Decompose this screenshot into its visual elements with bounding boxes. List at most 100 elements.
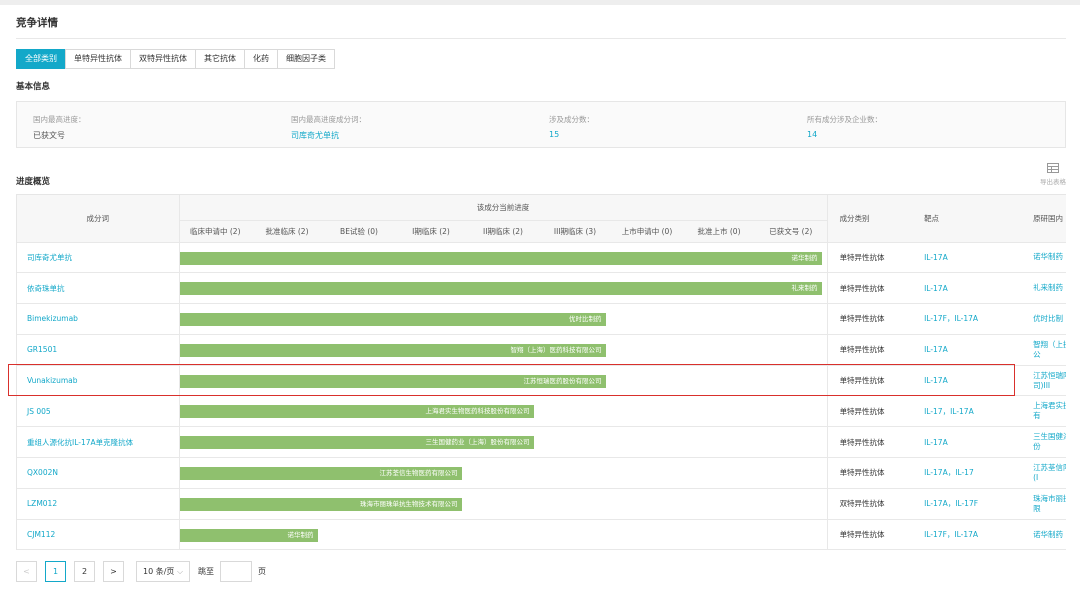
progress-bar[interactable]: 江苏荃信生物医药有限公司 [179,467,462,481]
originator-link[interactable]: 上海君实技股份有 [1025,395,1066,428]
target-link[interactable]: IL-17A [914,242,1026,274]
progress-bar[interactable]: 优时比制药 [179,313,606,327]
progress-bar-cell: 诺华制药 [179,519,828,550]
page-title: 竞争详情 [16,17,58,29]
originator-link[interactable]: 江苏荃信限公司(I [1025,457,1066,489]
progress-bar[interactable]: 诺华制药 [179,528,318,542]
info-value-link[interactable]: 14 [807,130,882,139]
progress-bar[interactable]: 珠海市丽珠单抗生物技术有限公司 [179,497,462,511]
ingredient-name-link[interactable]: QX002N [17,457,180,489]
ingredient-name-link[interactable]: Bimekizumab [17,303,180,335]
progress-bar[interactable]: 上海君实生物医药科技股份有限公司 [179,405,534,419]
table-row: QX002N 江苏荃信生物医药有限公司 单特异性抗体 IL-17A，IL-17 江苏荃信… [17,457,1066,489]
target-link[interactable]: IL-17，IL-17A [914,395,1026,428]
table-row: 依奇珠单抗 礼来制药 单特异性抗体 IL-17A 礼来制药 [17,272,1066,305]
ingredient-category: 单特异性抗体 [827,242,915,274]
prev-page-button[interactable]: < [16,561,37,582]
info-highest-stage-ingredient: 国内最高进度成分词： 司库奇尤单抗 [291,114,366,141]
table-row: JS 005 上海君实生物医药科技股份有限公司 单特异性抗体 IL-17，IL-17A… [17,395,1066,428]
target-link[interactable]: IL-17A [914,334,1026,366]
tab-cytokine[interactable]: 细胞因子类 [277,49,335,69]
basic-info-panel: 国内最高进度： 已获文号 国内最高进度成分词： 司库奇尤单抗 涉及成分数： 15… [16,101,1066,148]
target-link[interactable]: IL-17A [914,272,1026,305]
progress-bar-cell: 诺华制药 [179,242,828,274]
ingredient-name-link[interactable]: GR1501 [17,334,180,366]
ingredient-name-link[interactable]: 重组人源化抗IL-17A单克隆抗体 [17,426,180,459]
jump-label: 跳至 [198,567,215,576]
stage-header: 临床申请中 (2) [179,220,251,243]
ingredient-name-link[interactable]: Vunakizumab [17,365,180,397]
originator-link[interactable]: 诺华制药 [1025,242,1066,274]
progress-bar-cell: 智翔（上海）医药科技有限公司 [179,334,828,366]
progress-bar-cell: 上海君实生物医药科技股份有限公司 [179,395,828,428]
originator-link[interactable]: 智翔（上技有限公 [1025,334,1066,366]
ingredient-category: 单特异性抗体 [827,519,915,550]
next-page-button[interactable]: > [103,561,124,582]
target-link[interactable]: IL-17A，IL-17 [914,457,1026,489]
top-strip [0,0,1080,5]
originator-link[interactable]: 珠海市丽技术有限 [1025,488,1066,520]
ingredient-category: 单特异性抗体 [827,457,915,489]
export-table-button[interactable]: 导出表格 [1040,163,1066,186]
info-value-link[interactable]: 司库奇尤单抗 [291,130,366,141]
tab-all-categories[interactable]: 全部类别 [16,49,66,69]
progress-bar-cell: 三生国健药业（上海）股份有限公司 [179,426,828,459]
page-1-button[interactable]: 1 [45,561,66,582]
progress-bar[interactable]: 礼来制药 [179,282,822,296]
ingredient-name-link[interactable]: 依奇珠单抗 [17,272,180,305]
page-size-select[interactable]: 10 条/页 ⌵ [136,561,191,582]
table-row: LZM012 珠海市丽珠单抗生物技术有限公司 双特异性抗体 IL-17A，IL-17F… [17,488,1066,520]
page-word-label: 页 [258,567,267,576]
tab-bispecific-antibody[interactable]: 双特异性抗体 [130,49,196,69]
progress-heading: 进度概览 [16,177,51,187]
stage-header: BE试验 (0) [323,220,395,243]
progress-bar-cell: 珠海市丽珠单抗生物技术有限公司 [179,488,828,520]
progress-bar[interactable]: 江苏恒瑞医药股份有限公司 [179,374,606,388]
ingredient-name-link[interactable]: CJM112 [17,519,180,550]
progress-bar[interactable]: 智翔（上海）医药科技有限公司 [179,343,606,357]
progress-bar-cell: 江苏恒瑞医药股份有限公司 [179,365,828,397]
originator-link[interactable]: 三生国健海）股份 [1025,426,1066,459]
table-row: GR1501智翔（上海）医药科技有限公司 单特异性抗体IL-17A智翔（上技有限公 [17,334,1066,366]
info-ingredient-count: 涉及成分数： 15 [549,114,594,139]
page-size-value: 10 条/页 [143,567,175,576]
target-link[interactable]: IL-17A [914,426,1026,459]
col-header-target: 靶点 [914,195,1026,243]
ingredient-name-link[interactable]: LZM012 [17,488,180,520]
tab-chemical-drug[interactable]: 化药 [244,49,278,69]
col-header-name: 成分词 [17,195,180,243]
info-value: 已获文号 [33,131,65,140]
originator-link[interactable]: 优时比制 [1025,303,1066,335]
stage-header: I期临床 (2) [395,220,467,243]
target-link[interactable]: IL-17A [914,365,1026,397]
tab-monospecific-antibody[interactable]: 单特异性抗体 [65,49,131,69]
info-label: 国内最高进度： [33,115,86,124]
originator-link[interactable]: 江苏恒瑞限公司)III [1025,365,1066,397]
page-2-button[interactable]: 2 [74,561,95,582]
jump-page-input[interactable] [220,561,253,582]
info-value-link[interactable]: 15 [549,130,594,139]
col-header-category: 成分类别 [827,195,915,243]
originator-link[interactable]: 礼来制药 [1025,272,1066,305]
ingredient-category: 单特异性抗体 [827,395,915,428]
target-link[interactable]: IL-17F，IL-17A [914,519,1026,550]
tab-other-antibody[interactable]: 其它抗体 [195,49,245,69]
table-row: Bimekizumab 优时比制药 单特异性抗体 IL-17F，IL-17A 优时比制 [17,303,1066,335]
table-row: CJM112 诺华制药 单特异性抗体 IL-17F，IL-17A 诺华制药 [17,519,1066,550]
progress-bar[interactable]: 三生国健药业（上海）股份有限公司 [179,436,534,450]
export-label: 导出表格 [1040,178,1066,186]
target-link[interactable]: IL-17F，IL-17A [914,303,1026,335]
originator-link[interactable]: 诺华制药 [1025,519,1066,550]
ingredient-name-link[interactable]: JS 005 [17,395,180,428]
info-label: 所有成分涉及企业数： [807,115,882,124]
progress-table: 成分词 该成分当前进度 成分类别 靶点 原研国内 临床申请中 (2) 批准临床 (… [17,195,1066,550]
ingredient-name-link[interactable]: 司库奇尤单抗 [17,242,180,274]
progress-bar[interactable]: 诺华制药 [179,251,822,265]
info-highest-stage: 国内最高进度： 已获文号 [33,114,86,141]
chevron-down-icon: ⌵ [176,567,184,576]
ingredient-category: 双特异性抗体 [827,488,915,520]
info-label: 国内最高进度成分词： [291,115,366,124]
stage-header: 已获文号 (2) [755,220,828,243]
table-export-icon [1047,163,1059,173]
target-link[interactable]: IL-17A，IL-17F [914,488,1026,520]
